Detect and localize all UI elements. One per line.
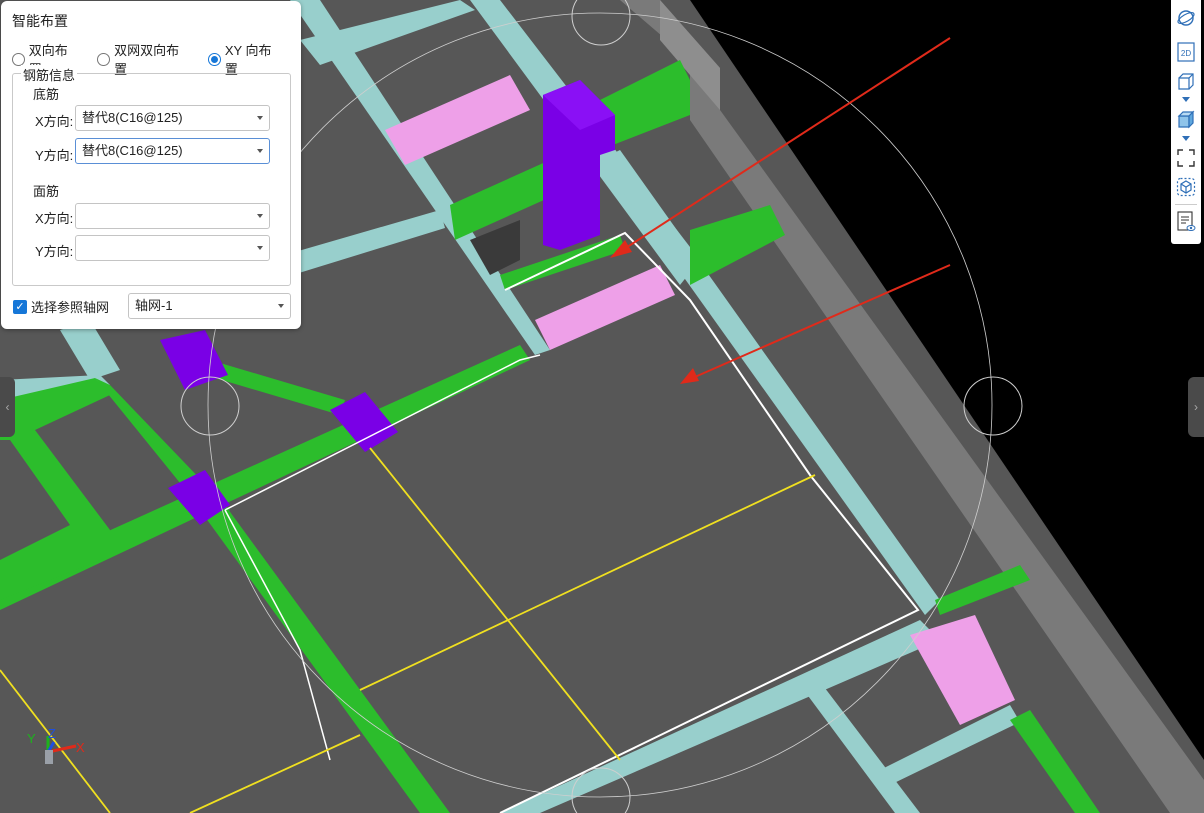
chevron-down-icon bbox=[257, 116, 263, 120]
chevron-left-icon: ‹ bbox=[5, 400, 10, 414]
select-value: 替代8(C16@125) bbox=[82, 143, 183, 158]
chevron-right-icon: › bbox=[1194, 400, 1198, 414]
gizmo-x-label: X bbox=[76, 740, 85, 755]
bottom-y-label: Y方向: bbox=[35, 148, 74, 163]
bottom-rebar-title: 底筋 bbox=[33, 87, 60, 102]
bottom-x-select[interactable]: 替代8(C16@125) bbox=[75, 105, 270, 131]
wireframe-dropdown-arrow[interactable] bbox=[1182, 97, 1190, 102]
left-panel-toggle[interactable]: ‹ bbox=[0, 377, 15, 437]
top-rebar-title: 面筋 bbox=[33, 184, 60, 199]
right-panel-toggle[interactable]: › bbox=[1188, 377, 1204, 437]
view-toolbar: 2D bbox=[1171, 0, 1201, 244]
section-box-icon bbox=[1176, 177, 1196, 197]
axis-grid-select[interactable]: 轴网-1 bbox=[128, 293, 291, 319]
select-value: 替代8(C16@125) bbox=[82, 110, 183, 125]
gizmo-z-label: Z bbox=[48, 726, 56, 741]
panel-title: 智能布置 bbox=[12, 13, 68, 29]
top-x-select[interactable] bbox=[75, 203, 270, 229]
smart-layout-panel: 智能布置 双向布置 双网双向布置 XY 向布置 钢筋信息 底筋 X方向: 替代8… bbox=[1, 1, 301, 329]
radio-indicator bbox=[97, 52, 111, 66]
gizmo-y-label: Y bbox=[27, 731, 36, 746]
view-2d-icon: 2D bbox=[1177, 42, 1195, 62]
select-value: 轴网-1 bbox=[135, 298, 173, 313]
wireframe-view-button[interactable] bbox=[1175, 70, 1197, 92]
rebar-info-legend: 钢筋信息 bbox=[21, 65, 78, 84]
top-y-select[interactable] bbox=[75, 235, 270, 261]
solid-dropdown-arrow[interactable] bbox=[1182, 136, 1190, 141]
properties-view-button[interactable] bbox=[1175, 211, 1197, 233]
checkbox-checked-icon: ✓ bbox=[13, 299, 27, 314]
view-2d-button[interactable]: 2D bbox=[1175, 41, 1197, 63]
fit-view-icon bbox=[1177, 149, 1195, 167]
bottom-y-select[interactable]: 替代8(C16@125) bbox=[75, 138, 270, 164]
chevron-down-icon bbox=[257, 246, 263, 250]
top-x-label: X方向: bbox=[35, 211, 74, 226]
radio-indicator-selected bbox=[208, 52, 221, 66]
chevron-down-icon bbox=[257, 214, 263, 218]
orbit-icon bbox=[1177, 10, 1195, 26]
axis-gizmo: Y Z X bbox=[20, 726, 90, 770]
chevron-down-icon bbox=[257, 149, 263, 153]
toolbar-separator bbox=[1175, 204, 1197, 205]
solid-view-button[interactable] bbox=[1175, 108, 1197, 130]
chevron-down-icon bbox=[278, 304, 284, 308]
section-box-button[interactable] bbox=[1175, 176, 1197, 198]
orbit-button[interactable] bbox=[1175, 7, 1197, 29]
checkbox-label: 选择参照轴网 bbox=[31, 300, 110, 315]
solid-cube-icon bbox=[1177, 110, 1195, 129]
properties-view-icon bbox=[1177, 211, 1196, 231]
bottom-x-label: X方向: bbox=[35, 114, 74, 129]
fit-view-button[interactable] bbox=[1175, 147, 1197, 169]
view-2d-text: 2D bbox=[1181, 49, 1191, 58]
radio-indicator bbox=[12, 52, 25, 66]
wireframe-cube-icon bbox=[1178, 73, 1194, 90]
top-y-label: Y方向: bbox=[35, 244, 74, 259]
ref-axis-checkbox[interactable]: ✓ 选择参照轴网 bbox=[13, 297, 109, 316]
